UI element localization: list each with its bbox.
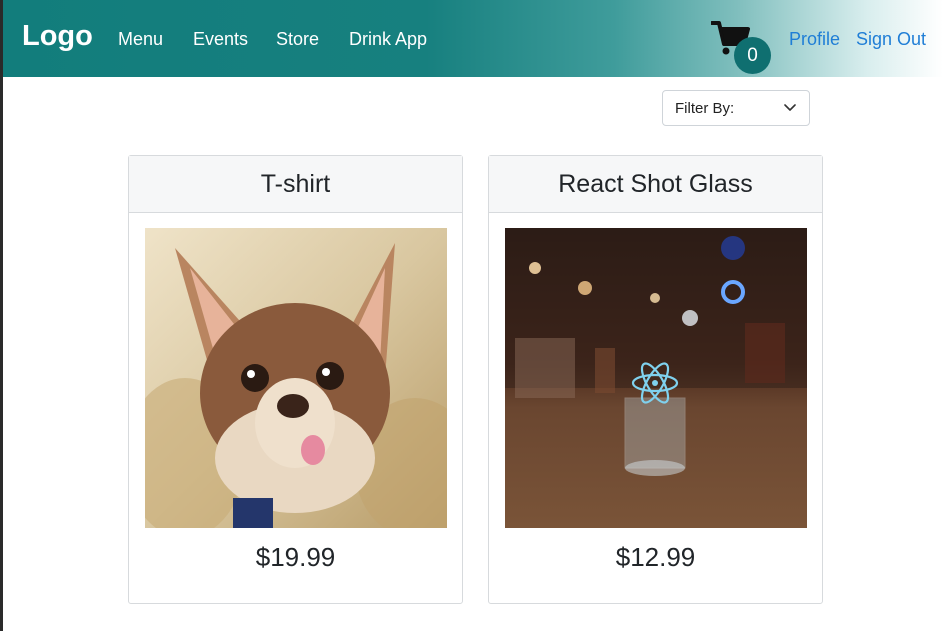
profile-link[interactable]: Profile (789, 29, 840, 50)
filter-label: Filter By: (675, 100, 735, 117)
product-title: T-shirt (129, 156, 462, 213)
nav-link-events[interactable]: Events (193, 29, 248, 50)
nav-link-store[interactable]: Store (276, 29, 319, 50)
cart-count-badge: 0 (734, 37, 771, 74)
nav-link-menu[interactable]: Menu (118, 29, 163, 50)
chevron-down-icon (784, 104, 796, 111)
product-card[interactable]: T-shirt $19.99 (128, 155, 463, 604)
product-price: $19.99 (255, 542, 336, 572)
logo[interactable]: Logo (22, 20, 93, 53)
product-image-chihuahua[interactable] (145, 228, 447, 528)
product-price: $12.99 (615, 542, 696, 572)
product-image-shot-glass[interactable] (505, 228, 807, 528)
product-title: React Shot Glass (489, 156, 822, 213)
sign-out-link[interactable]: Sign Out (856, 29, 926, 50)
filter-select[interactable]: Filter By: (662, 90, 810, 126)
product-card[interactable]: React Shot Glass $12.99 (488, 155, 823, 604)
nav-link-drink-app[interactable]: Drink App (349, 29, 427, 50)
window-edge (0, 0, 3, 631)
